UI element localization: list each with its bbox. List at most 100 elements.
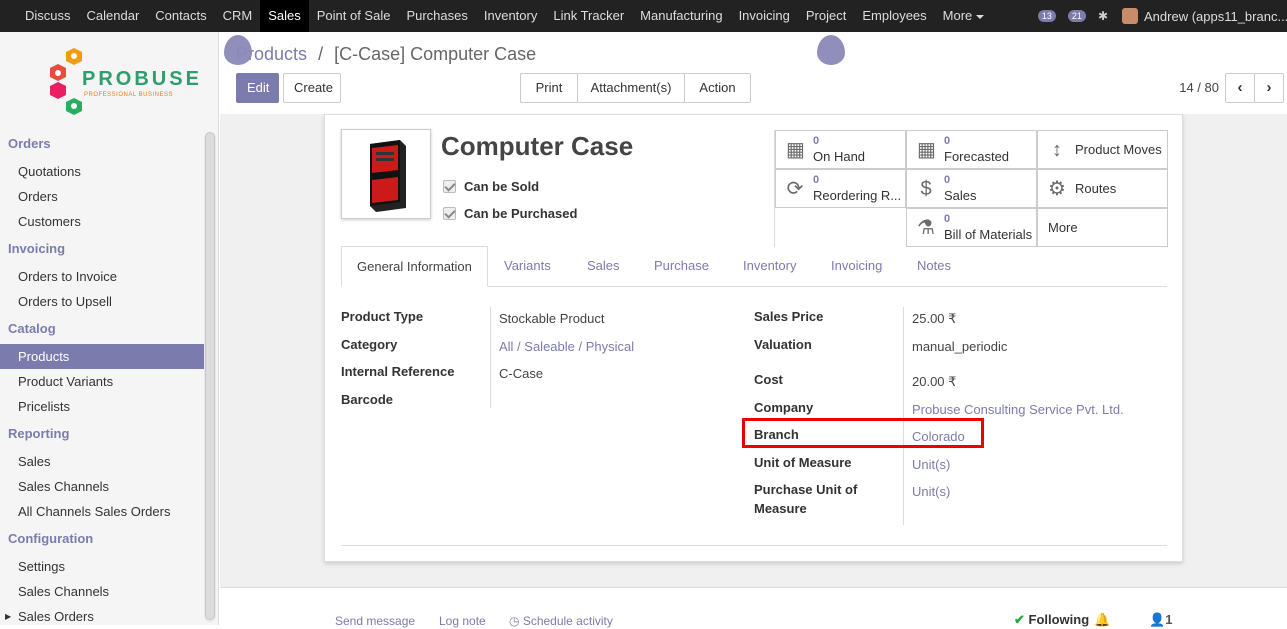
- tab-general-information[interactable]: General Information: [341, 246, 488, 287]
- action-button[interactable]: Action: [684, 73, 751, 119]
- menu-more[interactable]: More: [935, 0, 993, 32]
- reordering-rules-button[interactable]: ⟳ 0 Reordering R...: [775, 169, 906, 208]
- bom-label: Bill of Materials: [944, 227, 1033, 242]
- sidebar-item-customers[interactable]: Customers: [0, 209, 205, 234]
- sidebar-item-sales-orders[interactable]: ▶ Sales Orders: [0, 604, 205, 629]
- following-button[interactable]: ✔ Following: [1014, 612, 1089, 628]
- sidebar-item-sales-channels[interactable]: Sales Channels: [0, 474, 205, 499]
- menu-inventory[interactable]: Inventory: [476, 0, 545, 32]
- can-be-sold-checkbox[interactable]: Can be Sold: [443, 179, 539, 194]
- logo-text: PROBUSE: [82, 68, 202, 90]
- chatter: Send message Log note ◷ Schedule activit…: [220, 587, 1287, 628]
- schedule-activity-button[interactable]: ◷ Schedule activity: [509, 614, 613, 628]
- sidebar-section-catalog[interactable]: Catalog: [0, 319, 205, 344]
- sales-price-field[interactable]: 25.00 ₹: [912, 311, 956, 327]
- menu-point-of-sale[interactable]: Point of Sale: [309, 0, 399, 32]
- on-hand-button[interactable]: ▦ 0 On Hand: [775, 130, 906, 169]
- tab-notes[interactable]: Notes: [902, 246, 966, 287]
- tab-sales[interactable]: Sales: [572, 246, 635, 287]
- sidebar-item-orders[interactable]: Orders: [0, 184, 205, 209]
- sales-count: 0: [944, 174, 951, 186]
- print-button[interactable]: Print: [520, 73, 578, 119]
- menu-employees[interactable]: Employees: [854, 0, 934, 32]
- menu-contacts[interactable]: Contacts: [147, 0, 214, 32]
- can-be-purchased-label: Can be Purchased: [464, 206, 578, 221]
- product-type-field[interactable]: Stockable Product: [499, 311, 605, 326]
- computer-case-icon: [370, 140, 406, 212]
- tab-inventory[interactable]: Inventory: [728, 246, 811, 287]
- product-moves-button[interactable]: ↕ Product Moves: [1037, 130, 1168, 169]
- sidebar-scrollbar[interactable]: [204, 132, 216, 622]
- sidebar-item-settings[interactable]: Settings: [0, 554, 205, 579]
- unit-of-measure-field[interactable]: Unit(s): [912, 457, 950, 472]
- cost-field[interactable]: 20.00 ₹: [912, 374, 956, 390]
- purchase-uom-field[interactable]: Unit(s): [912, 484, 950, 499]
- attachments-button[interactable]: Attachment(s): [577, 73, 685, 119]
- tab-variants[interactable]: Variants: [489, 246, 566, 287]
- sheet-divider: [341, 545, 1167, 546]
- sidebar-item-orders-to-invoice[interactable]: Orders to Invoice: [0, 264, 205, 289]
- pager-next-button[interactable]: ›: [1254, 73, 1284, 103]
- flask-icon: ⚗: [917, 217, 935, 239]
- bill-of-materials-button[interactable]: ⚗ 0 Bill of Materials: [906, 208, 1037, 247]
- print-label: Print: [535, 80, 563, 95]
- edit-button[interactable]: Edit: [236, 73, 279, 103]
- company-logo: PROBUSE PROFESSIONAL BUSINESS: [44, 46, 199, 116]
- sidebar-section-orders[interactable]: Orders: [0, 134, 205, 159]
- menu-project[interactable]: Project: [798, 0, 854, 32]
- followers-button[interactable]: 👤1: [1149, 612, 1172, 628]
- menu-calendar[interactable]: Calendar: [79, 0, 148, 32]
- tab-purchase[interactable]: Purchase: [639, 246, 724, 287]
- tab-invoicing[interactable]: Invoicing: [816, 246, 897, 287]
- activity-badge[interactable]: 13: [1037, 10, 1056, 22]
- bug-icon[interactable]: ✱: [1098, 9, 1108, 23]
- sidebar-item-config-sales-channels[interactable]: Sales Channels: [0, 579, 205, 604]
- product-name[interactable]: Computer Case: [441, 131, 633, 162]
- sidebar-item-quotations[interactable]: Quotations: [0, 159, 205, 184]
- menu-purchases[interactable]: Purchases: [398, 0, 475, 32]
- routes-button[interactable]: ⚙ Routes: [1037, 169, 1168, 208]
- sidebar-item-orders-to-upsell[interactable]: Orders to Upsell: [0, 289, 205, 314]
- company-field[interactable]: Probuse Consulting Service Pvt. Ltd.: [912, 402, 1124, 417]
- internal-reference-label: Internal Reference: [341, 364, 455, 379]
- sidebar-item-pricelists[interactable]: Pricelists: [0, 394, 205, 419]
- scrollbar-thumb[interactable]: [205, 132, 215, 620]
- menu-invoicing[interactable]: Invoicing: [731, 0, 798, 32]
- internal-reference-field[interactable]: C-Case: [499, 366, 543, 381]
- create-button[interactable]: Create: [283, 73, 341, 103]
- avatar[interactable]: [1122, 8, 1138, 24]
- sidebar-item-sales[interactable]: Sales: [0, 449, 205, 474]
- menu-discuss[interactable]: Discuss: [17, 0, 79, 32]
- valuation-field[interactable]: manual_periodic: [912, 339, 1007, 354]
- forecasted-count: 0: [944, 135, 951, 147]
- menu-crm[interactable]: CRM: [215, 0, 261, 32]
- menu-manufacturing[interactable]: Manufacturing: [632, 0, 730, 32]
- sales-stat-button[interactable]: $ 0 Sales: [906, 169, 1037, 208]
- building-icon: ▦: [917, 139, 936, 161]
- sidebar-section-invoicing[interactable]: Invoicing: [0, 239, 205, 264]
- more-button[interactable]: More: [1037, 208, 1168, 247]
- category-field[interactable]: All / Saleable / Physical: [499, 339, 634, 354]
- on-hand-label: On Hand: [813, 149, 866, 164]
- control-panel: Products / [C-Case] Computer Case Edit C…: [220, 32, 1287, 119]
- bell-icon[interactable]: 🔔: [1094, 612, 1110, 628]
- sidebar-item-product-variants[interactable]: Product Variants: [0, 369, 205, 394]
- pager-previous-button[interactable]: ‹: [1225, 73, 1255, 103]
- form-view: Computer Case Can be Sold Can be Purchas…: [220, 114, 1287, 587]
- log-note-button[interactable]: Log note: [439, 614, 486, 628]
- sidebar-section-reporting[interactable]: Reporting: [0, 424, 205, 449]
- user-menu[interactable]: Andrew (apps11_branc...: [1144, 9, 1287, 24]
- product-image[interactable]: [341, 129, 431, 219]
- menu-link-tracker[interactable]: Link Tracker: [545, 0, 632, 32]
- checkbox-checked-icon: [443, 207, 456, 220]
- sidebar-item-all-channels-sales-orders[interactable]: All Channels Sales Orders: [0, 499, 205, 524]
- click-indicator-icon: [817, 35, 845, 65]
- send-message-button[interactable]: Send message: [335, 614, 415, 628]
- forecasted-button[interactable]: ▦ 0 Forecasted: [906, 130, 1037, 169]
- menu-sales[interactable]: Sales: [260, 0, 309, 32]
- sidebar-item-products[interactable]: Products: [0, 344, 205, 369]
- messages-badge[interactable]: 21: [1067, 10, 1086, 22]
- can-be-purchased-checkbox[interactable]: Can be Purchased: [443, 206, 577, 221]
- pager-value[interactable]: 14 / 80: [1179, 80, 1219, 95]
- sidebar-section-configuration[interactable]: Configuration: [0, 529, 205, 554]
